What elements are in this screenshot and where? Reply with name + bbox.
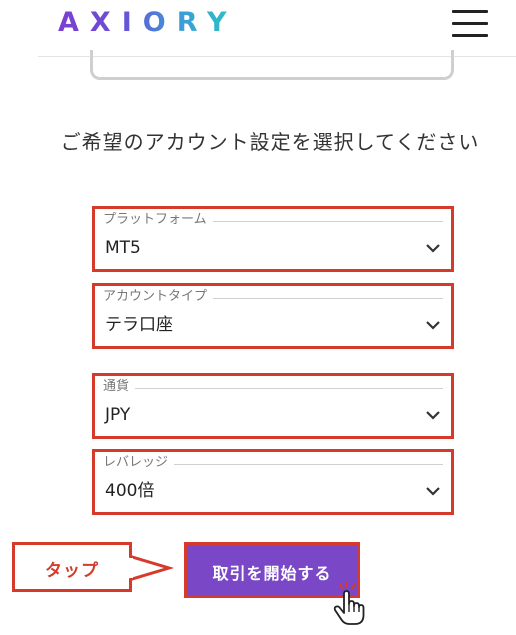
- chevron-down-icon: [426, 244, 440, 253]
- axiory-logo[interactable]: AXIORY: [58, 7, 238, 38]
- start-trading-label: 取引を開始する: [212, 564, 332, 583]
- hamburger-menu-icon[interactable]: [452, 10, 488, 38]
- chevron-down-icon: [426, 411, 440, 420]
- platform-label: プラットフォーム: [103, 212, 213, 228]
- platform-value: MT5: [105, 238, 141, 258]
- chevron-down-icon: [426, 321, 440, 330]
- leverage-value: 400倍: [105, 481, 155, 501]
- account-type-value: テラ口座: [105, 315, 173, 335]
- currency-select[interactable]: 通貨 JPY: [92, 373, 454, 439]
- callout-arrow-icon: [129, 554, 175, 582]
- previous-section-box: [90, 50, 454, 80]
- tap-callout: タップ: [12, 542, 132, 592]
- account-type-select[interactable]: アカウントタイプ テラ口座: [92, 283, 454, 349]
- currency-value: JPY: [105, 405, 131, 425]
- chevron-down-icon: [426, 487, 440, 496]
- header: AXIORY: [0, 0, 516, 56]
- tap-callout-text: タップ: [45, 561, 99, 581]
- currency-label: 通貨: [103, 379, 136, 395]
- platform-select[interactable]: プラットフォーム MT5: [92, 206, 454, 272]
- account-type-label: アカウントタイプ: [103, 289, 214, 305]
- page-heading: ご希望のアカウント設定を選択してください: [60, 130, 480, 154]
- leverage-label: レバレッジ: [103, 455, 175, 471]
- hand-pointer-icon: [333, 582, 365, 625]
- leverage-select[interactable]: レバレッジ 400倍: [92, 449, 454, 515]
